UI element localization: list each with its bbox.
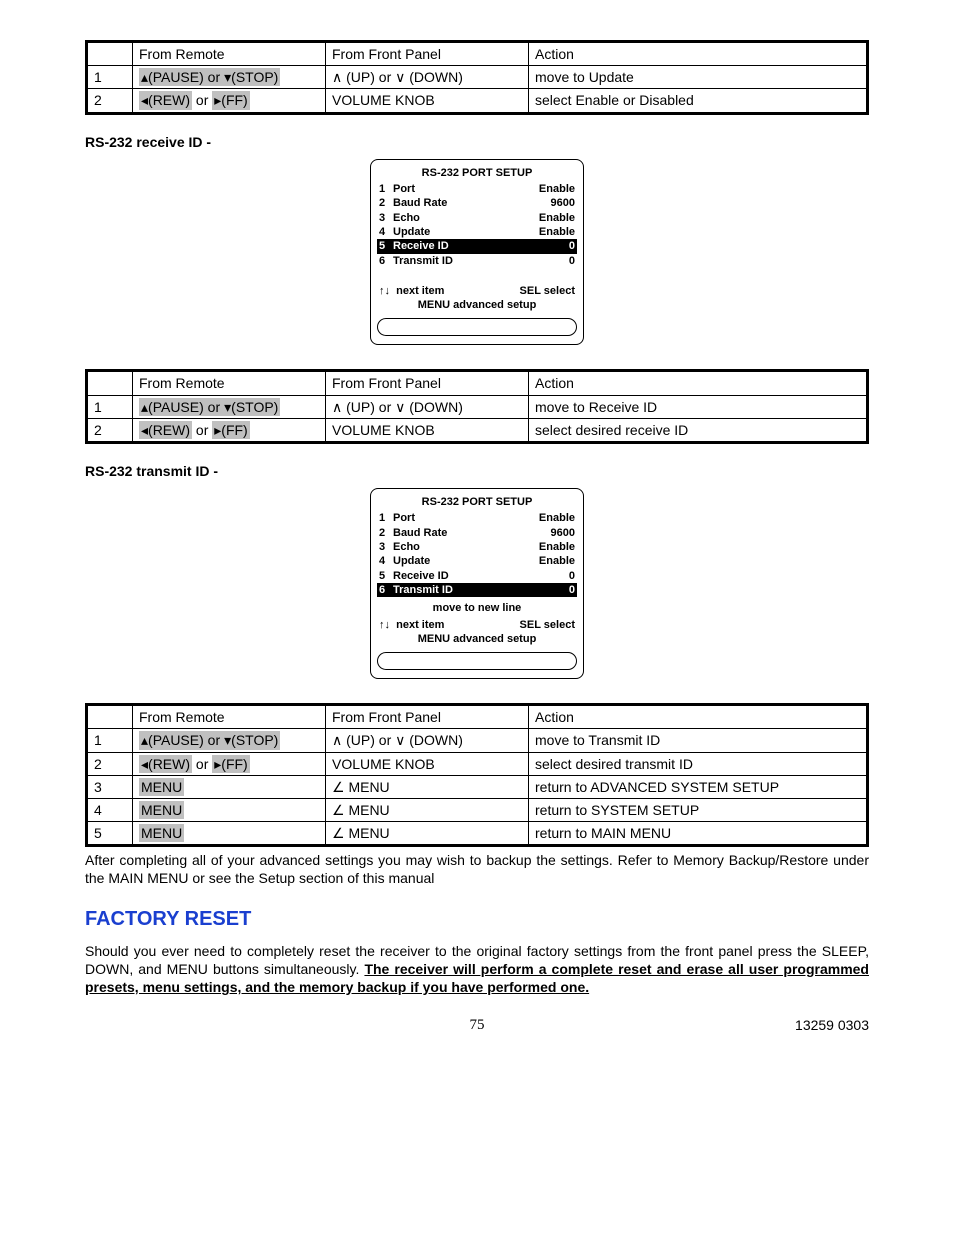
updown-icon: ↑↓ bbox=[379, 619, 390, 631]
factory-reset-paragraph: Should you ever need to completely reset… bbox=[85, 942, 869, 997]
table-row: 1 ▴(PAUSE) or ▾(STOP) ∧ (UP) or ∨ (DOWN)… bbox=[87, 66, 868, 89]
row-index: 1 bbox=[87, 66, 133, 89]
updown-icon: ↑↓ bbox=[379, 285, 390, 297]
table-row: 2 ◂(REW) or ▸(FF) VOLUME KNOB select des… bbox=[87, 752, 868, 775]
lcd-row: 4UpdateEnable bbox=[377, 225, 577, 239]
hint-sel: SEL select bbox=[520, 618, 575, 632]
lcd-screen-receive: RS-232 PORT SETUP 1PortEnable2Baud Rate9… bbox=[370, 159, 584, 346]
row-index: 2 bbox=[87, 89, 133, 113]
table-row: 2 ◂(REW) or ▸(FF) VOLUME KNOB select des… bbox=[87, 418, 868, 442]
lcd-row: 2Baud Rate9600 bbox=[377, 196, 577, 210]
document-number: 13259 0303 bbox=[795, 1016, 869, 1034]
table-row: 5 MENU ∠ MENU return to MAIN MENU bbox=[87, 822, 868, 846]
cell-remote: ◂(REW) or ▸(FF) bbox=[133, 89, 326, 113]
lcd-slot bbox=[377, 652, 577, 670]
lcd-row: 2Baud Rate9600 bbox=[377, 526, 577, 540]
header-action: Action bbox=[529, 42, 868, 66]
page-footer: 75 13259 0303 bbox=[85, 1016, 869, 1036]
hint-next: next item bbox=[396, 619, 444, 631]
cell-front: ∧ (UP) or ∨ (DOWN) bbox=[326, 66, 529, 89]
lcd-row: 6Transmit ID0 bbox=[377, 583, 577, 597]
cell-action: move to Update bbox=[529, 66, 868, 89]
table-row: 4 MENU ∠ MENU return to SYSTEM SETUP bbox=[87, 798, 868, 821]
cell-front: VOLUME KNOB bbox=[326, 89, 529, 113]
header-front: From Front Panel bbox=[326, 42, 529, 66]
header-remote: From Remote bbox=[133, 42, 326, 66]
lcd-title: RS-232 PORT SETUP bbox=[377, 166, 577, 180]
instruction-table-transmit: From Remote From Front Panel Action 1 ▴(… bbox=[85, 703, 869, 847]
lcd-row: 6Transmit ID0 bbox=[377, 254, 577, 268]
lcd-screen-transmit: RS-232 PORT SETUP 1PortEnable2Baud Rate9… bbox=[370, 488, 584, 679]
hint-sel: SEL select bbox=[520, 284, 575, 298]
lcd-row: 3EchoEnable bbox=[377, 540, 577, 554]
lcd-row: 5Receive ID0 bbox=[377, 569, 577, 583]
hint-menu: MENU advanced setup bbox=[377, 632, 577, 646]
hint-menu: MENU advanced setup bbox=[377, 298, 577, 312]
factory-reset-heading: FACTORY RESET bbox=[85, 906, 869, 932]
lcd-row: 1PortEnable bbox=[377, 511, 577, 525]
lcd-row: 4UpdateEnable bbox=[377, 554, 577, 568]
page-number: 75 bbox=[470, 1016, 485, 1036]
lcd-title: RS-232 PORT SETUP bbox=[377, 495, 577, 509]
cell-action: select Enable or Disabled bbox=[529, 89, 868, 113]
instruction-table-update: From Remote From Front Panel Action 1 ▴(… bbox=[85, 40, 869, 115]
table-header: From Remote From Front Panel Action bbox=[87, 705, 868, 729]
lcd-row: 1PortEnable bbox=[377, 182, 577, 196]
lcd-slot bbox=[377, 318, 577, 336]
cell-remote: ▴(PAUSE) or ▾(STOP) bbox=[133, 66, 326, 89]
table-row: 3 MENU ∠ MENU return to ADVANCED SYSTEM … bbox=[87, 775, 868, 798]
table-row: 1 ▴(PAUSE) or ▾(STOP) ∧ (UP) or ∨ (DOWN)… bbox=[87, 395, 868, 418]
lcd-row: 3EchoEnable bbox=[377, 211, 577, 225]
hint-move: move to new line bbox=[377, 601, 577, 615]
table-header: From Remote From Front Panel Action bbox=[87, 42, 868, 66]
after-completing-paragraph: After completing all of your advanced se… bbox=[85, 851, 869, 887]
instruction-table-receive: From Remote From Front Panel Action 1 ▴(… bbox=[85, 369, 869, 444]
table-header: From Remote From Front Panel Action bbox=[87, 371, 868, 395]
table-row: 2 ◂(REW) or ▸(FF) VOLUME KNOB select Ena… bbox=[87, 89, 868, 113]
lcd-row: 5Receive ID0 bbox=[377, 239, 577, 253]
label-receive-id: RS-232 receive ID - bbox=[85, 133, 869, 151]
label-transmit-id: RS-232 transmit ID - bbox=[85, 462, 869, 480]
hint-next: next item bbox=[396, 285, 444, 297]
table-row: 1 ▴(PAUSE) or ▾(STOP) ∧ (UP) or ∨ (DOWN)… bbox=[87, 729, 868, 752]
header-blank bbox=[87, 42, 133, 66]
